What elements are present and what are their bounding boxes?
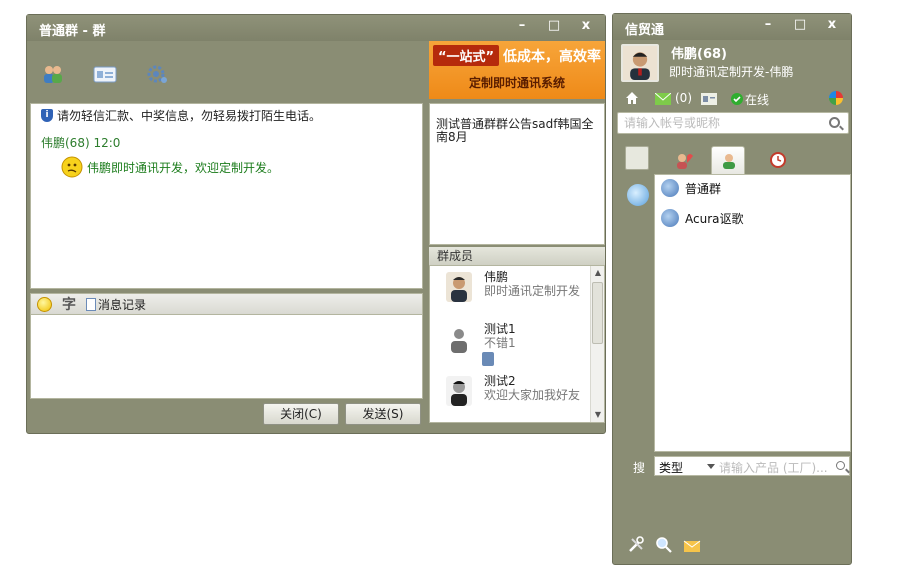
maximize-button[interactable]: □ (791, 16, 809, 34)
confused-emoticon-icon (61, 156, 83, 178)
security-notice-text: 请勿轻信汇款、中奖信息，勿轻易拨打陌生电话。 (57, 109, 322, 123)
emoticon-icon[interactable] (37, 296, 52, 312)
tab-recent-clock-icon[interactable] (761, 146, 795, 172)
member-item[interactable]: 测试2 欢迎大家加我好友 (446, 372, 586, 416)
members-list[interactable]: 伟鹏 即时通讯定制开发 测试1 不错1 测试2 欢迎大家加我好友 ▲ ▼ (429, 265, 605, 423)
chat-window-title: 普通群 - 群 (39, 24, 106, 39)
message-history-label: 消息记录 (98, 297, 147, 312)
nickname: 伟鹏(68) (671, 47, 727, 62)
group-members-icon[interactable] (41, 63, 65, 85)
contact-search[interactable] (617, 112, 849, 134)
presence-status[interactable]: 在线 (745, 91, 769, 108)
shield-icon: i (41, 109, 53, 122)
personal-signature[interactable]: 即时通讯定制开发-伟鹏 (669, 63, 793, 80)
member-item[interactable]: 测试1 不错1 (446, 320, 586, 366)
minimize-button[interactable]: – (759, 16, 777, 34)
main-client-window: 信贸通 – □ x 伟鹏(68) 即时通讯定制开发-伟鹏 (0) 在线 请输入帐… (612, 13, 852, 565)
ad-tag: “一站式” (433, 45, 500, 66)
members-header: 群成员 (429, 247, 605, 265)
avatar (446, 324, 472, 354)
status-bar: (0) 在线 (613, 88, 853, 110)
color-skin-icon[interactable] (829, 91, 843, 105)
search-icon[interactable] (836, 461, 845, 470)
scroll-down-icon[interactable]: ▼ (593, 410, 603, 420)
home-icon[interactable] (625, 91, 639, 105)
ad-subtitle: 定制即时通讯系统 (468, 76, 565, 90)
product-search-label: 搜 (633, 461, 646, 475)
list-item[interactable]: 普通群 (661, 179, 721, 197)
scroll-thumb[interactable] (592, 282, 603, 344)
security-notice: i 请勿轻信汇款、中奖信息，勿轻易拨打陌生电话。 (41, 107, 321, 124)
contact-search-input[interactable] (624, 115, 819, 131)
tools-icon[interactable] (627, 536, 645, 554)
product-search-box[interactable]: 类型 请输入产品 (工厂)... (654, 456, 850, 476)
tab-friends-icon[interactable] (667, 146, 701, 172)
members-scrollbar[interactable]: ▲ ▼ (590, 266, 604, 422)
group-icon (661, 209, 679, 227)
search-icon[interactable] (829, 117, 840, 128)
close-button[interactable]: 关闭(C) (263, 403, 339, 425)
group-list[interactable]: 普通群 Acura讴歌 (654, 174, 851, 452)
main-window-title: 信贸通 (625, 23, 665, 38)
input-toolbar: 字 消息记录 (30, 293, 423, 315)
group-chat-window: 普通群 - 群 – □ x “一站式” 低成本，高效率 定制即时通讯系统 i 请… (26, 14, 606, 434)
group-announcement: 测试普通群群公告sadf韩国全南8月 (429, 103, 605, 245)
main-titlebar[interactable]: 信贸通 – □ x (613, 14, 851, 40)
ad-slogan: 低成本，高效率 (503, 49, 601, 65)
tab-groups[interactable] (711, 146, 745, 174)
mail-icon[interactable] (655, 93, 671, 105)
avatar[interactable] (621, 44, 659, 82)
chat-titlebar[interactable]: 普通群 - 群 – □ x (27, 15, 605, 41)
document-icon (86, 297, 96, 311)
group-name: 普通群 (685, 181, 722, 196)
user-mini-icon (482, 352, 494, 366)
card-icon[interactable] (93, 63, 117, 85)
message-input[interactable] (30, 315, 423, 399)
online-check-icon[interactable] (731, 93, 743, 105)
message-history-pane[interactable]: i 请勿轻信汇款、中奖信息，勿轻易拨打陌生电话。 伟鹏(68) 12:0 伟鹏即… (30, 103, 423, 289)
list-item[interactable]: Acura讴歌 (661, 209, 744, 227)
settings-gear-icon[interactable] (145, 63, 169, 85)
send-button[interactable]: 发送(S) (345, 403, 421, 425)
rail-cloud-icon[interactable] (627, 184, 649, 206)
member-signature: 即时通讯定制开发 (484, 284, 581, 298)
product-search-placeholder[interactable]: 请输入产品 (工厂)... (719, 459, 831, 476)
mail-count: (0) (675, 91, 692, 105)
group-icon (661, 179, 679, 197)
avatar (446, 376, 472, 406)
close-window-button[interactable]: x (823, 16, 841, 34)
group-name: Acura讴歌 (685, 211, 744, 226)
message-text: 伟鹏即时通讯开发，欢迎定制开发。 (87, 160, 280, 175)
message-history-button[interactable]: 消息记录 (86, 296, 146, 313)
type-select[interactable]: 类型 (659, 459, 683, 476)
group-users-icon (723, 154, 735, 169)
scroll-up-icon[interactable]: ▲ (593, 268, 603, 278)
find-icon[interactable] (655, 536, 673, 554)
rail-user-button[interactable] (625, 146, 649, 170)
ad-banner[interactable]: “一站式” 低成本，高效率 定制即时通讯系统 (429, 41, 605, 99)
close-window-button[interactable]: x (577, 17, 595, 35)
contact-tabs (613, 142, 853, 174)
product-search-row: 搜 类型 请输入产品 (工厂)... (613, 454, 853, 478)
member-signature: 不错1 (484, 336, 516, 350)
chevron-down-icon[interactable] (707, 464, 715, 469)
minimize-button[interactable]: – (513, 17, 531, 35)
maximize-button[interactable]: □ (545, 17, 563, 35)
member-signature: 欢迎大家加我好友 (484, 388, 581, 402)
avatar (446, 272, 472, 302)
message-body: 伟鹏即时通讯开发，欢迎定制开发。 (61, 156, 279, 178)
font-button[interactable]: 字 (62, 294, 76, 314)
message-sender: 伟鹏(68) 12:0 (41, 136, 121, 150)
contacts-card-icon[interactable] (701, 93, 717, 105)
member-item[interactable]: 伟鹏 即时通讯定制开发 (446, 268, 586, 312)
message-box-icon[interactable] (683, 536, 701, 554)
bottom-toolbar (627, 536, 701, 554)
profile-panel: 伟鹏(68) 即时通讯定制开发-伟鹏 (613, 40, 853, 90)
chat-toolbar (27, 41, 427, 103)
